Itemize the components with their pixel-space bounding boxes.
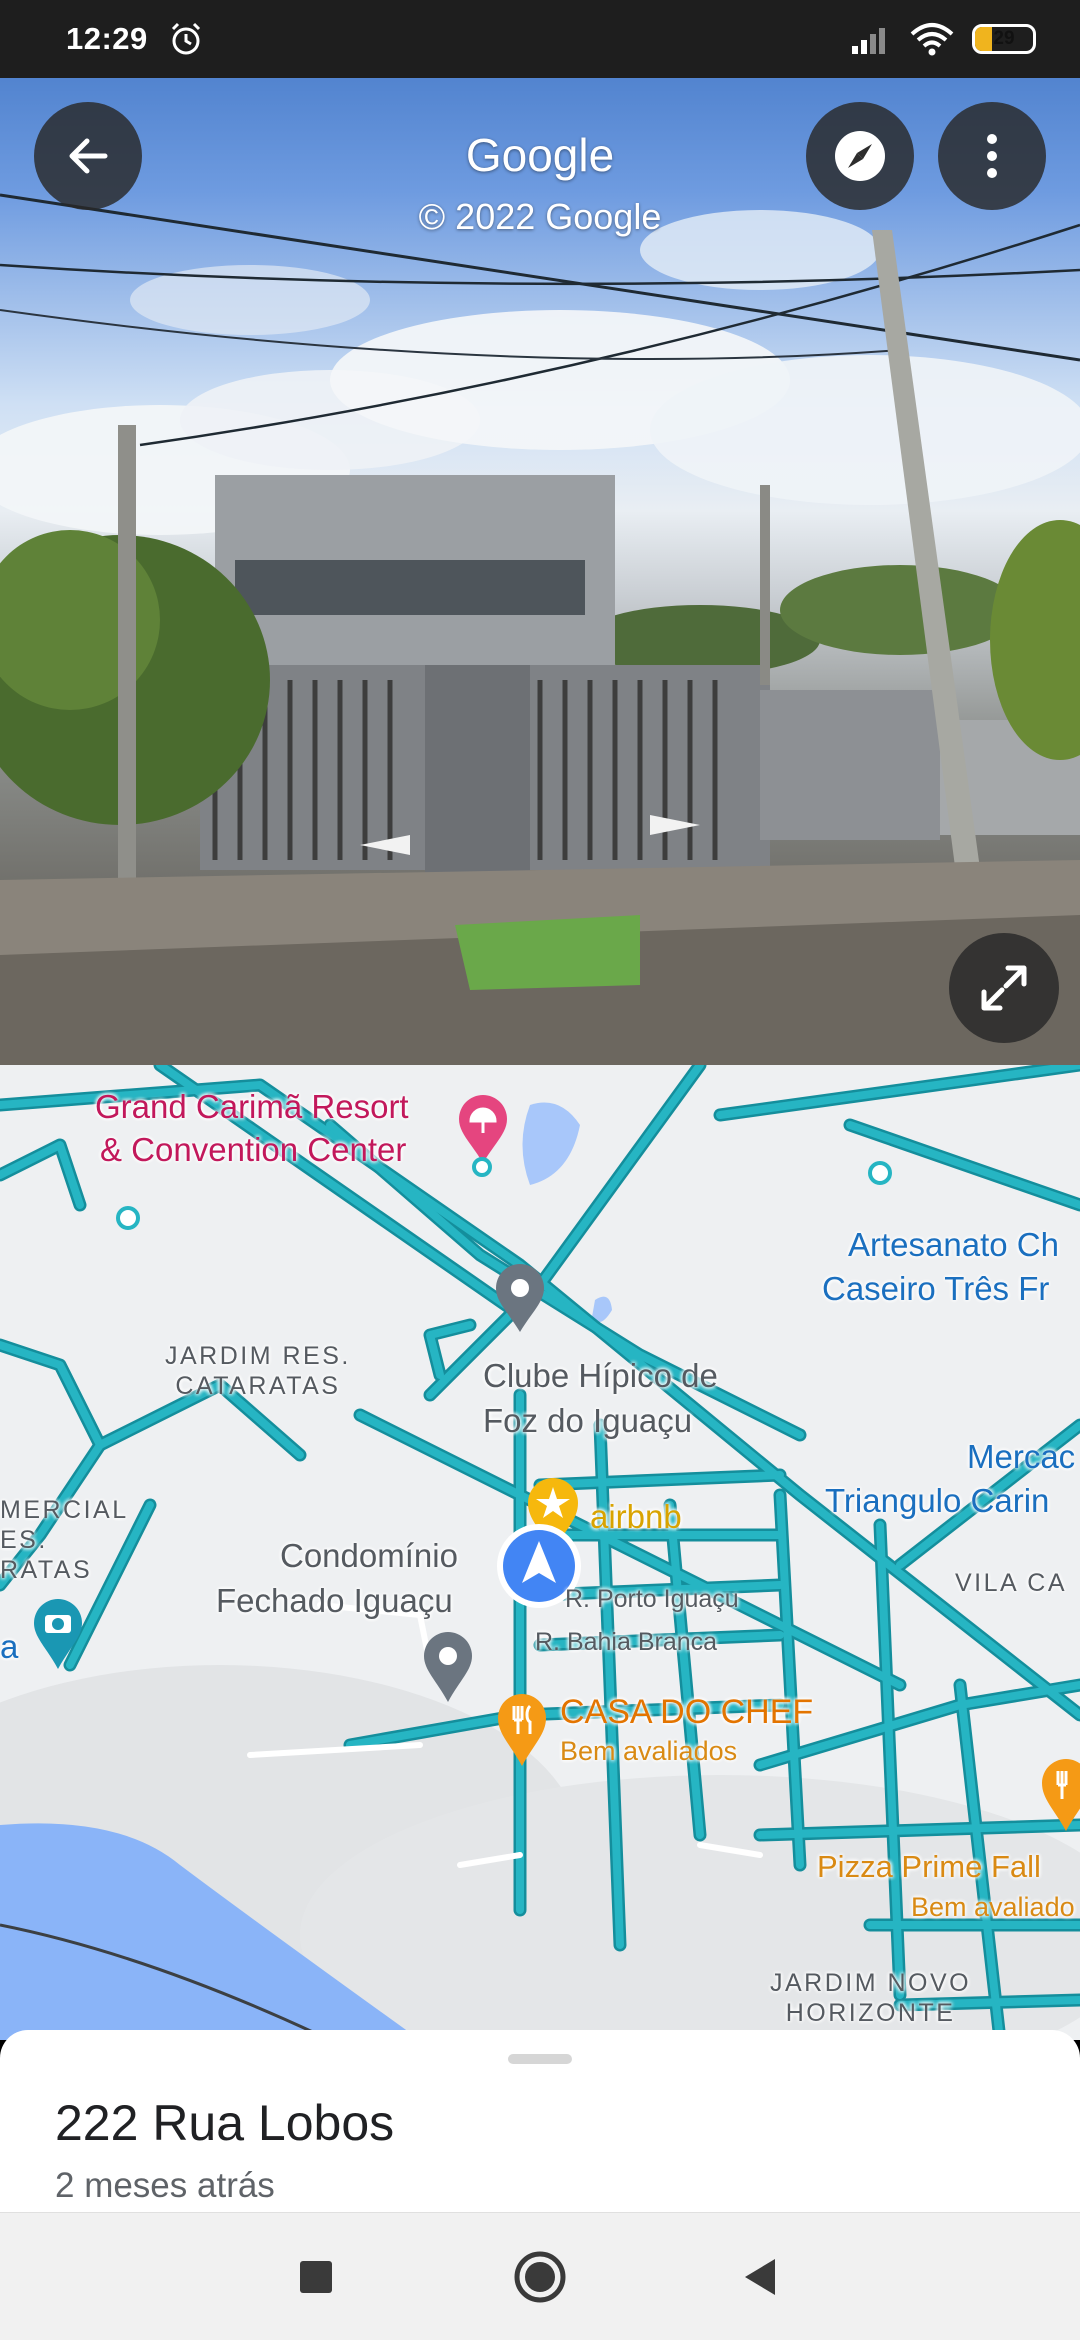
poi-label-condominio-line2[interactable]: Fechado Iguaçu	[216, 1578, 453, 1623]
place-bottom-sheet[interactable]: 222 Rua Lobos 2 meses atrás	[0, 2030, 1080, 2215]
back-nav-button[interactable]	[700, 2213, 820, 2340]
system-nav-bar	[0, 2212, 1080, 2340]
area-label-comercial-line1: MERCIAL	[0, 1496, 129, 1524]
battery-fill	[975, 27, 992, 51]
poi-label-resort-line1[interactable]: Grand Carimã Resort	[95, 1085, 409, 1128]
more-vert-icon	[987, 134, 997, 178]
area-label-comercial-line3: RATAS	[0, 1556, 93, 1584]
gray-place-pin-icon[interactable]	[493, 1262, 547, 1334]
poi-label-clube-line2[interactable]: Foz do Iguaçu	[483, 1398, 692, 1443]
area-label-comercial-line2: ES.	[0, 1526, 48, 1554]
signal-icon	[852, 28, 885, 54]
arrow-left-icon	[69, 138, 108, 174]
sheet-drag-handle[interactable]	[508, 2054, 572, 2064]
fullscreen-button[interactable]	[949, 933, 1059, 1043]
area-label-jardim-res-line1: JARDIM RES.	[165, 1342, 351, 1370]
restaurant-pin-icon[interactable]	[494, 1690, 550, 1768]
wifi-icon	[910, 23, 954, 56]
capture-date: 2 meses atrás	[55, 2166, 275, 2205]
header-copyright: © 2022 Google	[418, 196, 662, 237]
poi-label-resort-line2[interactable]: & Convention Center	[100, 1128, 406, 1171]
battery-level: 29	[993, 28, 1015, 49]
expand-icon	[981, 965, 1027, 1011]
area-label-jardim-res-line2: CATARATAS	[175, 1372, 341, 1400]
status-time: 12:29	[66, 21, 148, 56]
home-icon	[514, 2251, 566, 2303]
poi-label-pizza[interactable]: Pizza Prime Fall	[817, 1849, 1041, 1885]
poi-label-artesanato-line2[interactable]: Caseiro Três Fr	[822, 1267, 1049, 1311]
street-label-porto-iguacu: R. Porto Iguaçu	[565, 1585, 739, 1613]
pink-pin-dot-icon	[472, 1157, 492, 1177]
poi-sublabel-casa-do-chef: Bem avaliados	[560, 1736, 738, 1766]
more-options-button[interactable]	[938, 102, 1046, 210]
poi-label-clube-line1[interactable]: Clube Hípico de	[483, 1353, 718, 1398]
area-label-jardim-novo-line2: HORIZONTE	[785, 1999, 956, 2027]
poi-label-mercado-line1[interactable]: Mercac	[967, 1435, 1075, 1479]
area-label-jardim-novo-line1: JARDIM NOVO	[770, 1969, 972, 1997]
area-label-jardim-novo: JARDIM NOVO HORIZONTE	[770, 1968, 971, 2028]
street-label-bahia-branca: R. Bahia Branca	[535, 1628, 718, 1656]
poi-label-condominio-line1[interactable]: Condomínio	[280, 1533, 458, 1578]
recent-apps-icon	[300, 2261, 332, 2293]
back-button[interactable]	[34, 102, 142, 210]
compass-icon	[835, 131, 885, 181]
poi-label-artesanato-line1[interactable]: Artesanato Ch	[848, 1223, 1059, 1267]
recent-apps-button[interactable]	[256, 2213, 376, 2340]
area-label-jardim-res: JARDIM RES. CATARATAS	[165, 1341, 351, 1401]
status-bar: 12:29 29	[0, 0, 1080, 78]
header-title: Google	[465, 129, 615, 181]
home-button[interactable]	[480, 2213, 600, 2340]
area-label-comercial: MERCIAL ES. RATAS	[0, 1495, 129, 1585]
compass-button[interactable]	[806, 102, 914, 210]
alarm-icon	[171, 22, 200, 55]
poi-sublabel-pizza: Bem avaliado	[911, 1892, 1075, 1922]
poi-label-casa-do-chef[interactable]: CASA DO CHEF	[560, 1693, 813, 1732]
back-triangle-icon	[745, 2259, 775, 2295]
camera-pin-icon[interactable]	[30, 1595, 86, 1671]
restaurant-pin-icon[interactable]	[1038, 1755, 1080, 1833]
battery-icon: 29	[972, 24, 1036, 54]
poi-label-mercado-line2[interactable]: Triangulo Carin	[825, 1479, 1049, 1523]
map-view[interactable]: Grand Carimã Resort & Convention Center …	[0, 1065, 1080, 2040]
poi-label-airbnb[interactable]: airbnb	[590, 1498, 682, 1536]
poi-label-left-edge[interactable]: a	[0, 1625, 18, 1669]
place-address: 222 Rua Lobos	[55, 2095, 395, 2151]
area-label-vila: VILA CA	[955, 1569, 1067, 1597]
gray-place-pin-icon[interactable]	[420, 1628, 476, 1704]
